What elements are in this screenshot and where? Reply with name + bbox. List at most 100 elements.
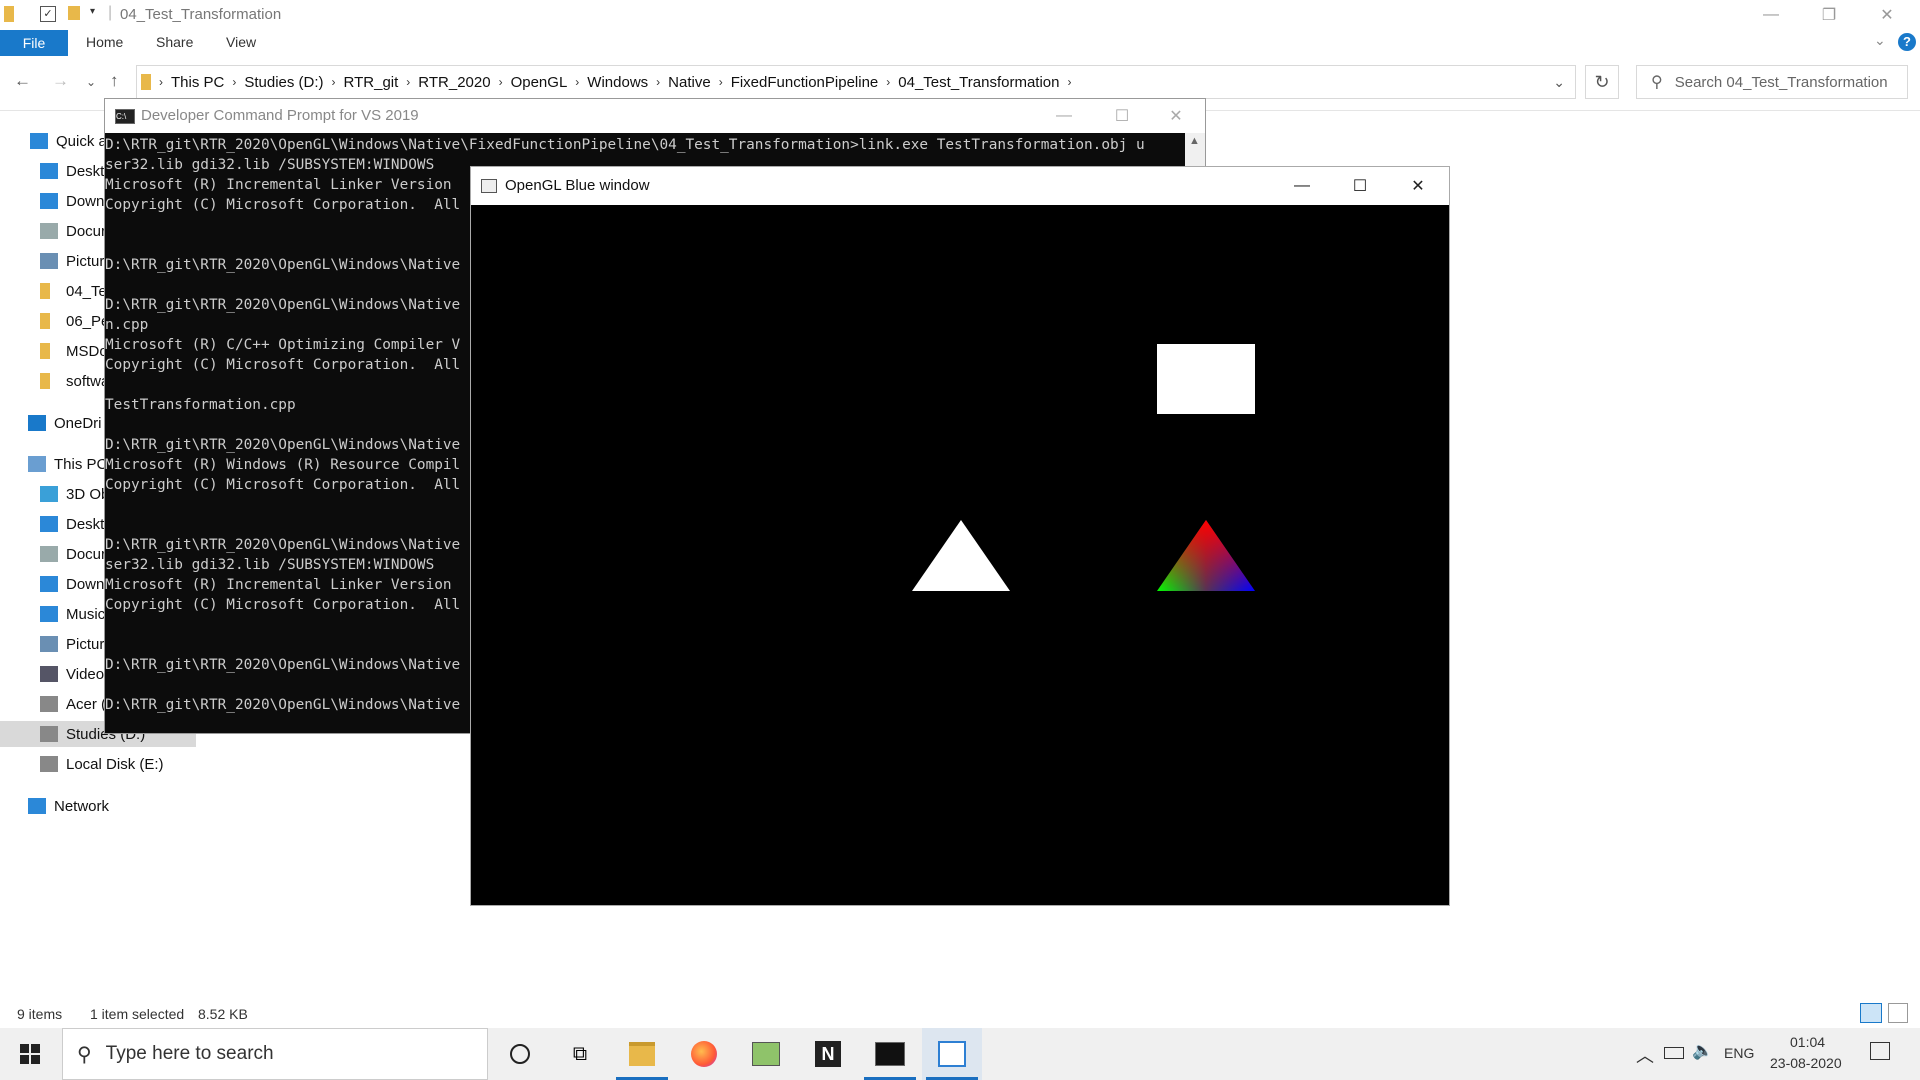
breadcrumb-item[interactable]: Studies (D:) [244, 74, 323, 91]
sidebar-item-label: softwa [66, 372, 110, 390]
opengl-minimize-button[interactable]: — [1273, 167, 1331, 205]
cmd-close-button[interactable]: ✕ [1147, 99, 1205, 133]
drive-icon [40, 756, 58, 772]
drive-icon [40, 696, 58, 712]
chevron-right-icon[interactable]: › [232, 75, 236, 89]
volume-icon[interactable]: 🔈 [1692, 1041, 1713, 1061]
task-view-icon[interactable]: ⧉ [550, 1028, 610, 1080]
breadcrumb-item[interactable]: Windows [587, 74, 648, 91]
search-placeholder: Search 04_Test_Transformation [1674, 73, 1888, 91]
minimize-button[interactable]: — [1742, 0, 1800, 30]
recent-locations-icon[interactable]: ⌄ [86, 75, 96, 89]
paint-icon[interactable] [736, 1028, 796, 1080]
sidebar-item[interactable]: Local Disk (E:) [0, 751, 196, 777]
opengl-maximize-button[interactable]: ☐ [1331, 167, 1389, 205]
folder-icon [40, 313, 50, 329]
forward-button[interactable]: → [52, 71, 69, 91]
chevron-right-icon[interactable]: › [886, 75, 890, 89]
clock-time[interactable]: 01:04 [1790, 1034, 1825, 1050]
sidebar-item-label: Docur [66, 545, 107, 563]
qat-dropdown-icon[interactable]: ▾ [90, 6, 95, 17]
folder-icon [40, 343, 50, 359]
network-icon [28, 798, 46, 814]
notifications-icon[interactable] [1870, 1042, 1890, 1060]
file-explorer-icon[interactable] [612, 1028, 672, 1080]
refresh-button[interactable]: ↻ [1585, 65, 1619, 99]
opengl-render-area[interactable] [471, 205, 1449, 905]
close-button[interactable]: ✕ [1858, 0, 1916, 30]
white-rectangle [1157, 344, 1255, 414]
up-button[interactable]: ↑ [110, 71, 119, 91]
explorer-title: 04_Test_Transformation [120, 6, 282, 23]
tab-view[interactable]: View [226, 34, 256, 50]
cube-icon [40, 486, 58, 502]
sidebar-item-label: Down [66, 192, 105, 210]
sidebar-item[interactable]: Network [0, 793, 196, 819]
language-indicator[interactable]: ENG [1724, 1045, 1754, 1061]
picture-icon [40, 636, 58, 652]
sidebar-item-label: OneDri [54, 414, 102, 432]
app-n-icon[interactable]: N [798, 1028, 858, 1080]
cortana-icon[interactable] [490, 1028, 550, 1080]
sidebar-item-label: 3D Ob [66, 485, 110, 503]
start-button[interactable] [0, 1028, 60, 1080]
scroll-up-icon[interactable]: ▲ [1189, 135, 1200, 147]
breadcrumb-item[interactable]: This PC [171, 74, 224, 91]
sidebar-item-label: MSDo [66, 342, 108, 360]
address-dropdown-icon[interactable]: ⌄ [1553, 74, 1565, 91]
properties-icon[interactable]: ✓ [40, 6, 56, 22]
firefox-icon[interactable] [674, 1028, 734, 1080]
cmd-title: Developer Command Prompt for VS 2019 [141, 107, 419, 124]
opengl-app-icon[interactable] [922, 1028, 982, 1080]
back-button[interactable]: ← [14, 71, 31, 91]
folder-icon [4, 6, 14, 22]
details-view-icon[interactable] [1860, 1003, 1882, 1023]
maximize-button[interactable]: ❐ [1800, 0, 1858, 30]
taskbar-search-box[interactable]: ⚲ Type here to search [62, 1028, 488, 1080]
new-folder-icon[interactable] [68, 6, 80, 20]
terminal-icon[interactable] [860, 1028, 920, 1080]
chevron-right-icon[interactable]: › [719, 75, 723, 89]
chevron-right-icon[interactable]: › [159, 75, 163, 89]
address-bar[interactable]: › This PC › Studies (D:) › RTR_git › RTR_20… [136, 65, 1576, 99]
chevron-right-icon[interactable]: › [406, 75, 410, 89]
sidebar-item-label: Down [66, 575, 105, 593]
search-icon: ⚲ [77, 1043, 92, 1066]
opengl-window[interactable]: OpenGL Blue window — ☐ ✕ [470, 166, 1450, 906]
folder-icon [40, 373, 50, 389]
picture-icon [40, 253, 58, 269]
breadcrumb-item[interactable]: FixedFunctionPipeline [731, 74, 879, 91]
large-icons-view-icon[interactable] [1888, 1003, 1908, 1023]
breadcrumb-item[interactable]: Native [668, 74, 711, 91]
download-icon [40, 576, 58, 592]
chevron-right-icon[interactable]: › [656, 75, 660, 89]
breadcrumb-item[interactable]: 04_Test_Transformation [898, 74, 1059, 91]
breadcrumb-item[interactable]: RTR_2020 [418, 74, 490, 91]
cmd-titlebar[interactable]: C:\ Developer Command Prompt for VS 2019… [105, 99, 1205, 133]
cmd-app-icon: C:\ [115, 109, 135, 124]
help-icon[interactable]: ? [1898, 33, 1916, 51]
clock-date[interactable]: 23-08-2020 [1770, 1055, 1842, 1071]
breadcrumb-item[interactable]: OpenGL [511, 74, 568, 91]
tab-home[interactable]: Home [86, 34, 123, 50]
window-app-icon [481, 179, 497, 193]
opengl-titlebar[interactable]: OpenGL Blue window — ☐ ✕ [471, 167, 1449, 205]
chevron-right-icon[interactable]: › [332, 75, 336, 89]
search-box[interactable]: ⚲ Search 04_Test_Transformation [1636, 65, 1908, 99]
tab-share[interactable]: Share [156, 34, 193, 50]
document-icon [40, 223, 58, 239]
explorer-titlebar: ✓ ▾ | 04_Test_Transformation — ❐ ✕ [0, 0, 1920, 30]
cmd-maximize-button[interactable]: ☐ [1093, 99, 1151, 133]
chevron-right-icon[interactable]: › [499, 75, 503, 89]
chevron-right-icon[interactable]: › [1067, 75, 1071, 89]
cmd-minimize-button[interactable]: — [1035, 99, 1093, 133]
battery-icon[interactable] [1664, 1047, 1684, 1059]
computer-icon [28, 456, 46, 472]
search-icon: ⚲ [1651, 74, 1663, 91]
show-hidden-icons-icon[interactable]: ︿ [1636, 1042, 1654, 1068]
opengl-close-button[interactable]: ✕ [1389, 167, 1447, 205]
chevron-right-icon[interactable]: › [575, 75, 579, 89]
ribbon-expand-icon[interactable]: ⌄ [1874, 32, 1886, 49]
breadcrumb-item[interactable]: RTR_git [344, 74, 399, 91]
tab-file[interactable]: File [0, 30, 68, 56]
